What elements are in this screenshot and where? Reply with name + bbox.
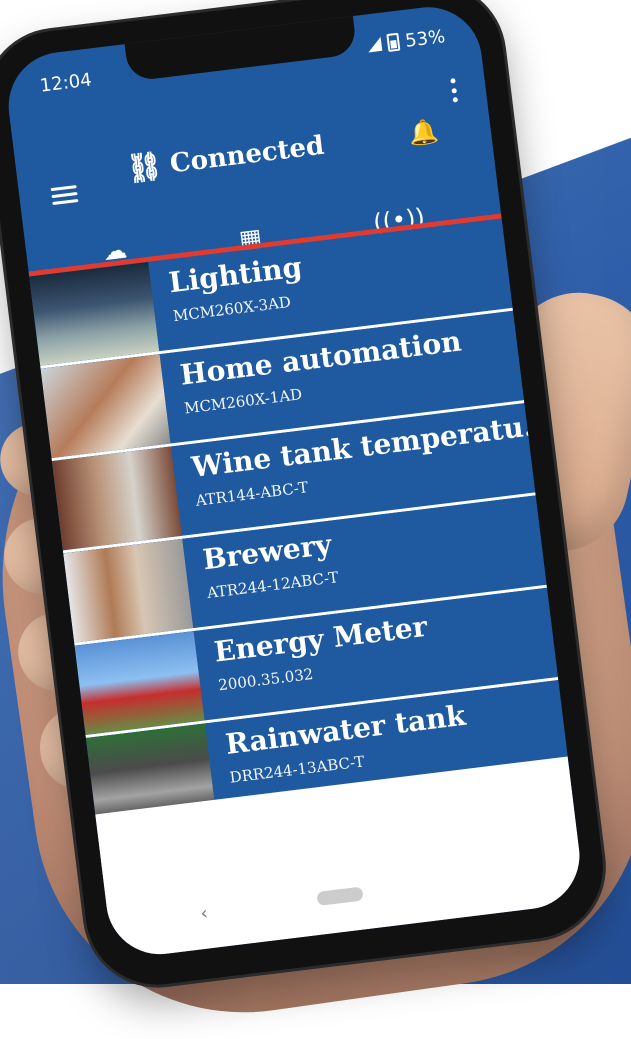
item-title: Brewery: [201, 527, 334, 577]
thumbnail-energy: [74, 631, 205, 736]
item-title: Lighting: [167, 250, 304, 300]
link-icon: ⛓: [124, 148, 165, 186]
battery-icon: [386, 32, 401, 53]
thumbnail-home: [40, 354, 171, 459]
header-title-text: Connected: [168, 130, 326, 180]
phone-frame: 12:04 53% ⛓ Connected 🔔 ☁ ▦ ((•)) Lighti…: [0, 0, 612, 993]
phone-screen: 12:04 53% ⛓ Connected 🔔 ☁ ▦ ((•)) Lighti…: [2, 1, 586, 961]
phone: 12:04 53% ⛓ Connected 🔔 ☁ ▦ ((•)) Lighti…: [0, 0, 631, 1035]
back-icon[interactable]: ‹: [199, 902, 209, 924]
device-list: Lighting MCM260X-3AD Home automation MCM…: [29, 218, 570, 831]
home-pill-icon[interactable]: [315, 886, 364, 907]
header-title: ⛓ Connected: [124, 130, 326, 186]
status-time: 12:04: [38, 69, 93, 97]
bell-icon[interactable]: 🔔: [407, 117, 440, 148]
status-right: 53%: [366, 26, 446, 56]
menu-icon[interactable]: [50, 181, 79, 206]
thumbnail-wine: [51, 446, 182, 551]
thumbnail-lighting: [29, 261, 160, 366]
signal-icon: [366, 36, 383, 53]
kebab-icon[interactable]: [450, 78, 459, 103]
nav-spacer: [472, 878, 490, 880]
battery-percent: 53%: [403, 25, 447, 52]
thumbnail-brewery: [63, 538, 194, 643]
